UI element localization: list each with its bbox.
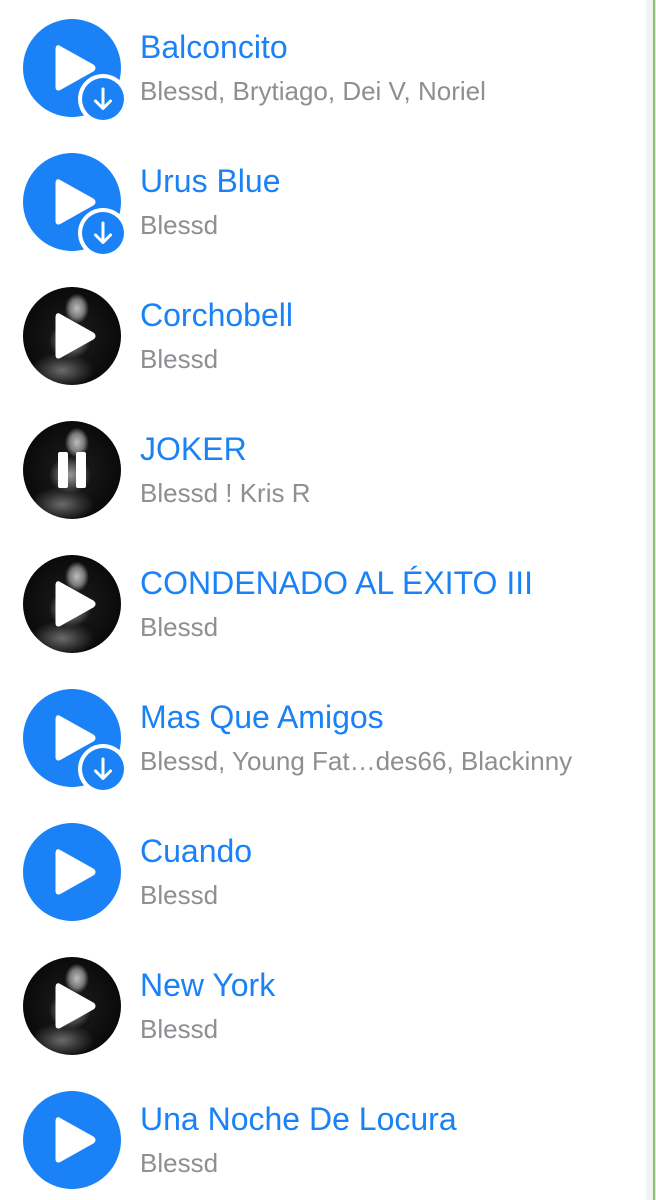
track-artist: Blessd [140, 1014, 219, 1044]
chat-background-edge [646, 0, 656, 1200]
album-cover[interactable] [23, 421, 121, 519]
download-badge-circle [82, 748, 124, 790]
play-icon [55, 983, 96, 1029]
track-artist: Blessd, Young Fat…des66, Blackinny [140, 746, 573, 776]
track-artist: Blessd [140, 1148, 219, 1178]
track-title: Corchobell [140, 297, 293, 333]
track-artist: Blessd [140, 612, 219, 642]
download-badge-circle [82, 78, 124, 120]
download-arrow-icon [94, 221, 112, 244]
play-icon [55, 313, 96, 359]
track-row[interactable]: Corchobell Blessd [0, 268, 646, 402]
track-row[interactable]: Cuando Blessd [0, 804, 646, 938]
album-cover[interactable] [23, 287, 121, 385]
track-row[interactable]: Una Noche De Locura Blessd [0, 1072, 646, 1200]
edge-line [653, 0, 655, 1200]
track-row[interactable]: JOKER Blessd ! Kris R [0, 402, 646, 536]
track-title: New York [140, 967, 276, 1003]
track-row[interactable]: Balconcito Blessd, Brytiago, Dei V, Norie… [0, 0, 646, 134]
track-title: Cuando [140, 833, 253, 869]
track-artist: Blessd ! Kris R [140, 478, 311, 508]
track-row[interactable]: New York Blessd [0, 938, 646, 1072]
album-cover[interactable] [23, 957, 121, 1055]
play-icon [55, 849, 96, 895]
album-cover[interactable] [23, 555, 121, 653]
track-row[interactable]: Urus Blue Blessd [0, 134, 646, 268]
download-button[interactable] [78, 744, 128, 794]
track-artist: Blessd [140, 210, 219, 240]
play-icon [55, 1117, 96, 1163]
track-title: Una Noche De Locura [140, 1101, 457, 1137]
track-artist: Blessd [140, 344, 219, 374]
track-title: Urus Blue [140, 163, 281, 199]
track-artist: Blessd [140, 880, 219, 910]
track-title: Mas Que Amigos [140, 699, 384, 735]
download-button[interactable] [78, 208, 128, 258]
track-row[interactable]: Mas Que Amigos Blessd, Young Fat…des66, B… [0, 670, 646, 804]
download-arrow-icon [94, 87, 112, 110]
track-title: JOKER [140, 431, 247, 467]
play-button[interactable] [23, 823, 121, 921]
download-arrow-icon [94, 757, 112, 780]
pause-icon [58, 452, 86, 488]
music-list-screen: Balconcito Blessd, Brytiago, Dei V, Norie… [0, 0, 656, 1200]
download-badge-circle [82, 212, 124, 254]
play-icon [55, 581, 96, 627]
track-artist: Blessd, Brytiago, Dei V, Noriel [140, 76, 486, 106]
play-button[interactable] [23, 1091, 121, 1189]
download-button[interactable] [78, 74, 128, 124]
track-title: Balconcito [140, 29, 288, 65]
track-title: CONDENADO AL ÉXITO III [140, 565, 533, 601]
track-row[interactable]: CONDENADO AL ÉXITO III Blessd [0, 536, 646, 670]
